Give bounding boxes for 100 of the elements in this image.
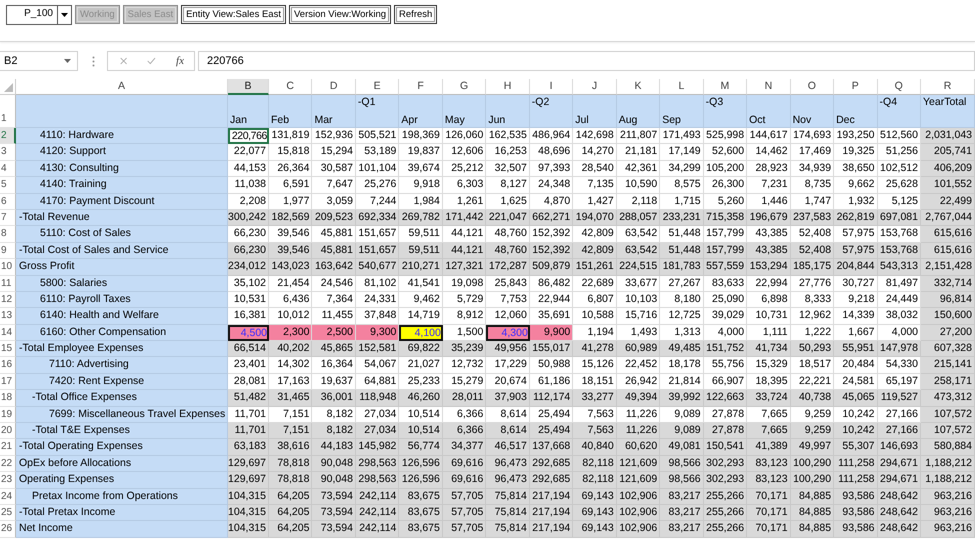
- row-number[interactable]: 14: [0, 324, 16, 342]
- table-cell: 163,642: [312, 259, 356, 276]
- column-header[interactable]: E: [356, 79, 400, 95]
- table-cell: 78,818: [269, 456, 312, 472]
- toolbar-button[interactable]: Refresh: [394, 5, 438, 24]
- row-number[interactable]: 3: [0, 144, 16, 161]
- table-cell: 22,452: [616, 357, 660, 374]
- table-cell: 662,271: [530, 210, 574, 226]
- table-cell: 54,067: [356, 357, 400, 374]
- table-cell: 12,606: [442, 144, 486, 161]
- table-cell: 143,023: [269, 259, 312, 276]
- table-cell: 22,221: [790, 374, 834, 390]
- row-number[interactable]: 23: [0, 472, 16, 489]
- row-number[interactable]: 24: [0, 488, 16, 505]
- table-cell: 84,885: [790, 504, 834, 522]
- column-header[interactable]: G: [442, 79, 486, 95]
- table-cell: 93,586: [834, 521, 878, 538]
- column-header[interactable]: L: [660, 79, 704, 95]
- row-number[interactable]: 5: [0, 177, 16, 194]
- table-cell: 27,878: [704, 423, 748, 440]
- table-cell: 10,242: [834, 406, 878, 424]
- table-cell: 98,566: [660, 472, 704, 489]
- table-cell: 4,300: [486, 324, 530, 342]
- table-cell: 11,701: [228, 423, 269, 440]
- column-header[interactable]: Q: [878, 79, 921, 95]
- name-box[interactable]: B2: [0, 51, 78, 71]
- column-header[interactable]: A: [16, 79, 228, 95]
- row-number[interactable]: 21: [0, 439, 16, 456]
- row-number[interactable]: 26: [0, 521, 16, 538]
- row-number[interactable]: 16: [0, 357, 16, 374]
- row-label: -Total Office Expenses: [16, 390, 228, 407]
- table-cell: 83,217: [660, 488, 704, 505]
- table-cell: 543,313: [878, 259, 921, 276]
- column-header[interactable]: N: [747, 79, 791, 95]
- table-cell: 39,029: [704, 308, 748, 325]
- row-number[interactable]: 13: [0, 308, 16, 325]
- insert-function-button[interactable]: fx: [176, 55, 184, 67]
- table-cell: 963,216: [921, 521, 975, 538]
- row-number[interactable]: 9: [0, 242, 16, 260]
- select-all-button[interactable]: [0, 79, 16, 95]
- table-cell: 18,151: [573, 374, 617, 390]
- table-cell: 7,135: [573, 177, 617, 194]
- column-header[interactable]: M: [704, 79, 748, 95]
- row-number[interactable]: 8: [0, 226, 16, 243]
- row-number[interactable]: 18: [0, 390, 16, 407]
- table-cell: 129,697: [228, 472, 269, 489]
- column-header[interactable]: P: [834, 79, 878, 95]
- column-header[interactable]: B: [228, 79, 269, 95]
- table-cell: 7,231: [747, 177, 791, 194]
- cancel-icon[interactable]: [120, 56, 128, 66]
- row-number[interactable]: 25: [0, 504, 16, 522]
- dropdown-arrow-icon[interactable]: [61, 13, 68, 17]
- column-header[interactable]: K: [616, 79, 660, 95]
- column-header[interactable]: D: [312, 79, 356, 95]
- table-cell: 8,127: [486, 177, 530, 194]
- table-cell: 17,149: [660, 144, 704, 161]
- row-number[interactable]: 19: [0, 406, 16, 424]
- corner-triangle-icon[interactable]: [4, 83, 13, 92]
- table-cell: 4,100: [399, 324, 443, 342]
- row-number[interactable]: 22: [0, 456, 16, 472]
- row-number[interactable]: 4: [0, 160, 16, 178]
- row-number[interactable]: 17: [0, 374, 16, 390]
- checkmark-icon[interactable]: [147, 56, 156, 66]
- table-cell: 2,031,043: [921, 128, 975, 144]
- row-number[interactable]: 20: [0, 423, 16, 440]
- table-cell: 1,188,212: [921, 472, 975, 489]
- table-cell: 28,923: [747, 160, 791, 178]
- table-cell: 17,469: [790, 144, 834, 161]
- row-number[interactable]: 12: [0, 292, 16, 308]
- column-header[interactable]: H: [486, 79, 530, 95]
- table-cell: 51,256: [878, 144, 921, 161]
- column-header[interactable]: I: [530, 79, 574, 95]
- column-header[interactable]: C: [269, 79, 312, 95]
- grip-icon[interactable]: [92, 56, 95, 66]
- table-cell: 18,395: [747, 374, 791, 390]
- column-header[interactable]: R: [921, 79, 975, 95]
- table-cell: 1,747: [790, 194, 834, 210]
- row-number[interactable]: 10: [0, 259, 16, 276]
- toolbar-button[interactable]: Version View:Working: [288, 5, 392, 24]
- table-cell: 21,814: [660, 374, 704, 390]
- toolbar-button[interactable]: Entity View:Sales East: [181, 5, 286, 24]
- row-number[interactable]: 15: [0, 341, 16, 358]
- table-cell: 607,328: [921, 341, 975, 358]
- column-header[interactable]: J: [573, 79, 617, 95]
- table-cell: 142,698: [573, 128, 617, 144]
- column-header[interactable]: F: [399, 79, 443, 95]
- table-cell: 31,465: [269, 390, 312, 407]
- table-cell: 9,462: [399, 292, 443, 308]
- row-number[interactable]: 11: [0, 276, 16, 292]
- table-cell: 4,000: [878, 324, 921, 342]
- table-cell: 144,617: [747, 128, 791, 144]
- formula-field[interactable]: 220766: [198, 51, 975, 71]
- row-number[interactable]: 6: [0, 194, 16, 210]
- row-number[interactable]: 7: [0, 210, 16, 226]
- row-number[interactable]: 1: [0, 95, 16, 128]
- row-number[interactable]: 2: [0, 128, 16, 144]
- table-cell: 69,822: [399, 341, 443, 358]
- member-dropdown[interactable]: P_100: [6, 5, 72, 25]
- column-header[interactable]: O: [790, 79, 834, 95]
- table-cell: 102,906: [616, 504, 660, 522]
